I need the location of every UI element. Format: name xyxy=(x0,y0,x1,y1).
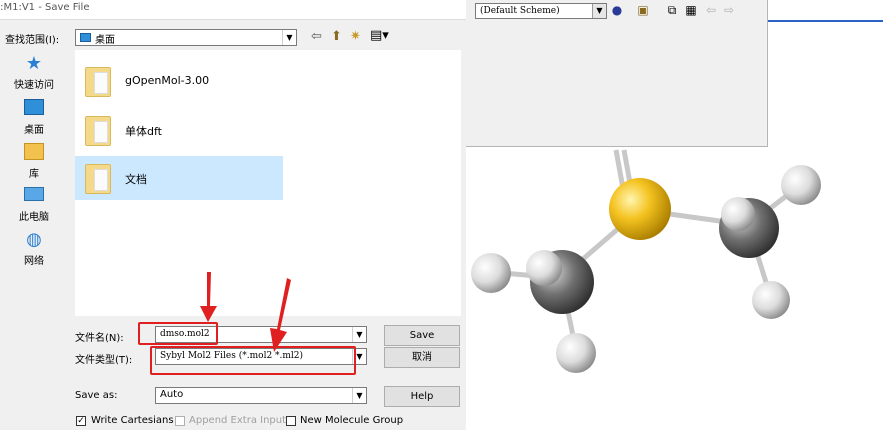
place-label: 此电脑 xyxy=(19,212,49,223)
place-quick-access[interactable]: ★ 快速访问 xyxy=(5,53,63,92)
file-name: 文档 xyxy=(125,173,147,186)
place-network[interactable]: ◍ 网络 xyxy=(5,229,63,268)
place-label: 网络 xyxy=(24,256,44,267)
hydrogen-atom xyxy=(526,250,562,286)
library-icon xyxy=(23,143,45,163)
hydrogen-atom xyxy=(556,333,596,373)
hydrogen-atom xyxy=(752,281,790,319)
help-button[interactable]: Help xyxy=(384,386,460,407)
place-desktop[interactable]: 桌面 xyxy=(5,99,63,136)
new-folder-icon[interactable]: ✷ xyxy=(350,29,361,44)
lookin-select[interactable]: 桌面 ▼ xyxy=(75,29,297,46)
list-item[interactable]: 单体dft xyxy=(75,108,283,152)
folder-icon xyxy=(85,164,111,194)
dialog-title: G2:M1:V1 - Save File xyxy=(0,2,90,13)
chevron-down-icon[interactable]: ▼ xyxy=(592,4,606,18)
network-icon: ◍ xyxy=(26,229,42,250)
place-library[interactable]: 库 xyxy=(5,143,63,180)
scheme-select-value: (Default Scheme) xyxy=(480,6,560,16)
write-cartesians-checkbox[interactable]: ✓ xyxy=(76,416,86,426)
hydrogen-atom xyxy=(721,197,755,231)
place-label: 桌面 xyxy=(24,125,44,136)
scheme-toolbar-panel xyxy=(466,0,768,147)
computer-icon xyxy=(23,186,45,206)
hydrogen-atom xyxy=(471,253,511,293)
place-label: 快速访问 xyxy=(14,80,54,91)
place-this-pc[interactable]: 此电脑 xyxy=(5,186,63,223)
append-extra-input-checkbox[interactable] xyxy=(175,416,185,426)
chevron-down-icon[interactable]: ▼ xyxy=(352,327,366,342)
file-name: 单体dft xyxy=(125,125,162,138)
annotation-arrow-icon xyxy=(270,278,291,352)
list-item[interactable]: 文档 xyxy=(75,156,283,200)
folder-icon xyxy=(85,67,111,97)
saveas-label: Save as: xyxy=(75,390,118,401)
checkbox-label: Write Cartesians xyxy=(91,415,174,426)
lookin-value: 桌面 xyxy=(95,35,115,46)
new-molecule-group-checkbox[interactable] xyxy=(286,416,296,426)
file-name: gOpenMol-3.00 xyxy=(125,74,210,87)
saveas-value: Auto xyxy=(160,389,184,400)
star-icon: ★ xyxy=(25,53,43,74)
annotation-arrow-icon xyxy=(200,272,217,322)
globe-icon[interactable]: ● xyxy=(609,3,625,18)
dialog-titlebar: G2:M1:V1 - Save File xyxy=(0,0,466,20)
save-button[interactable]: Save xyxy=(384,325,460,346)
annotation-arrows xyxy=(200,272,291,352)
list-item[interactable]: gOpenMol-3.00 xyxy=(75,59,283,103)
arrow-left-icon[interactable]: ⇦ xyxy=(703,3,719,18)
places-bar: ★ 快速访问 桌面 库 此电脑 ◍ 网络 xyxy=(5,50,63,280)
tile-windows-icon[interactable]: ▦ xyxy=(683,3,699,18)
scheme-select[interactable]: (Default Scheme) ▼ xyxy=(475,3,607,19)
desktop-icon xyxy=(23,99,45,119)
checkbox-label: Append Extra Input xyxy=(189,415,287,426)
paint-icon[interactable]: ▣ xyxy=(635,3,651,18)
filetype-label: 文件类型(T): xyxy=(75,355,133,366)
folder-icon xyxy=(85,116,111,146)
checkbox-label: New Molecule Group xyxy=(300,415,404,426)
arrow-right-icon[interactable]: ⇨ xyxy=(721,3,737,18)
place-label: 库 xyxy=(29,169,39,180)
up-folder-icon[interactable]: ⬆ xyxy=(331,29,342,44)
window-accent-line xyxy=(768,20,883,22)
desktop-folder-icon xyxy=(80,33,91,42)
cascade-windows-icon[interactable]: ⧉ xyxy=(664,3,680,18)
view-menu-icon[interactable]: ▤▾ xyxy=(370,28,389,43)
saveas-select[interactable]: Auto ▼ xyxy=(155,387,367,404)
chevron-down-icon[interactable]: ▼ xyxy=(282,30,296,45)
lookin-label: 查找范围(I): xyxy=(5,35,60,46)
sulfur-atom xyxy=(609,178,671,240)
cancel-button[interactable]: 取消 xyxy=(384,347,460,368)
hydrogen-atom xyxy=(781,165,821,205)
filename-label: 文件名(N): xyxy=(75,333,124,344)
back-arrow-icon[interactable]: ⇦ xyxy=(311,29,322,44)
chevron-down-icon[interactable]: ▼ xyxy=(352,388,366,403)
